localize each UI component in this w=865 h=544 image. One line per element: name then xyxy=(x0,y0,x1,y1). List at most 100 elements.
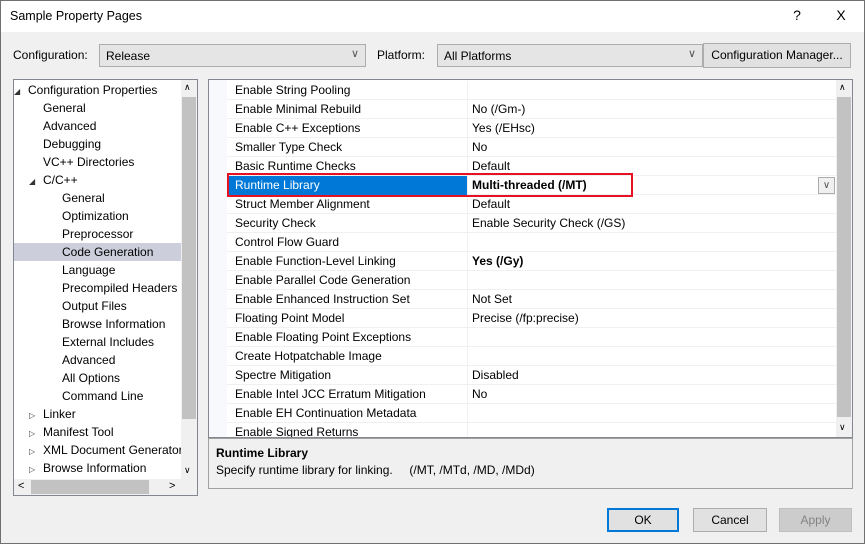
property-row[interactable]: Security Check Enable Security Check (/GS… xyxy=(227,214,836,233)
tree-item[interactable]: ▷ Linker xyxy=(14,405,181,423)
property-row[interactable]: Smaller Type Check No xyxy=(227,138,836,157)
tree-item[interactable]: All Options xyxy=(14,369,181,387)
property-name: Enable String Pooling xyxy=(227,81,468,100)
property-row[interactable]: Enable Parallel Code Generation xyxy=(227,271,836,290)
description-title: Runtime Library xyxy=(216,446,309,460)
tree-item[interactable]: Advanced xyxy=(14,117,181,135)
runtime-library-dropdown-button[interactable]: ∨ xyxy=(818,177,835,194)
configuration-dropdown[interactable]: Release ∨ xyxy=(99,44,366,67)
cancel-button[interactable]: Cancel xyxy=(693,508,767,532)
tree-item[interactable]: Precompiled Headers xyxy=(14,279,181,297)
tree-item[interactable]: Optimization xyxy=(14,207,181,225)
grid-margin xyxy=(209,80,227,437)
ok-button[interactable]: OK xyxy=(607,508,679,532)
apply-button[interactable]: Apply xyxy=(779,508,852,532)
property-value[interactable]: No (/Gm-) xyxy=(469,100,525,118)
property-tree: ◢ Configuration Properties General Advanced… xyxy=(13,79,198,496)
property-value[interactable]: No xyxy=(469,138,487,156)
property-value[interactable]: Default xyxy=(469,195,510,213)
property-name: Control Flow Guard xyxy=(227,233,468,252)
platform-dropdown[interactable]: All Platforms ∨ xyxy=(437,44,703,67)
property-name: Struct Member Alignment xyxy=(227,195,468,214)
tree-item[interactable]: General xyxy=(14,189,181,207)
property-row[interactable]: Struct Member Alignment Default xyxy=(227,195,836,214)
scroll-down-icon[interactable]: ∨ xyxy=(184,465,191,476)
property-row[interactable]: Spectre Mitigation Disabled xyxy=(227,366,836,385)
scroll-up-icon[interactable]: ∧ xyxy=(839,82,846,93)
tree-item-label: XML Document Generator xyxy=(43,443,181,457)
close-button[interactable]: X xyxy=(831,7,851,23)
grid-vertical-scrollbar[interactable]: ∧ ∨ xyxy=(836,80,852,437)
property-row[interactable]: Enable Minimal Rebuild No (/Gm-) xyxy=(227,100,836,119)
property-row[interactable]: Enable Enhanced Instruction Set Not Set xyxy=(227,290,836,309)
property-row[interactable]: Enable Floating Point Exceptions xyxy=(227,328,836,347)
tree-item[interactable]: ◢ C/C++ xyxy=(14,171,181,189)
tree-item[interactable]: Preprocessor xyxy=(14,225,181,243)
property-row[interactable]: Enable Signed Returns xyxy=(227,423,836,437)
property-value[interactable]: Not Set xyxy=(469,290,512,308)
grid-scroll-thumb[interactable] xyxy=(837,97,851,417)
tree-item-label: Configuration Properties xyxy=(28,83,158,97)
property-row[interactable]: Enable Function-Level Linking Yes (/Gy) xyxy=(227,252,836,271)
expand-icon[interactable]: ▷ xyxy=(29,461,41,477)
tree-item-label: All Options xyxy=(62,371,121,385)
property-value[interactable]: Precise (/fp:precise) xyxy=(469,309,579,327)
configuration-value: Release xyxy=(106,49,151,63)
property-row[interactable]: Create Hotpatchable Image xyxy=(227,347,836,366)
tree-item-label: Language xyxy=(62,263,116,277)
tree-item[interactable]: ▷ XML Document Generator xyxy=(14,441,181,459)
property-row[interactable]: Enable EH Continuation Metadata xyxy=(227,404,836,423)
tree-scroll-thumb[interactable] xyxy=(182,97,196,419)
property-name: Create Hotpatchable Image xyxy=(227,347,468,366)
tree-item[interactable]: Output Files xyxy=(14,297,181,315)
help-button[interactable]: ? xyxy=(787,7,807,23)
collapse-icon[interactable]: ◢ xyxy=(14,83,26,99)
property-value[interactable]: Disabled xyxy=(469,366,519,384)
configuration-manager-button[interactable]: Configuration Manager... xyxy=(703,43,851,68)
description-panel: Runtime Library Specify runtime library … xyxy=(208,438,853,489)
property-name: Spectre Mitigation xyxy=(227,366,468,385)
tree-hscroll-thumb[interactable] xyxy=(31,480,149,494)
property-value[interactable]: Enable Security Check (/GS) xyxy=(469,214,625,232)
tree-item-label: Linker xyxy=(43,407,76,421)
tree-item[interactable]: Language xyxy=(14,261,181,279)
property-row[interactable]: Control Flow Guard xyxy=(227,233,836,252)
scroll-up-icon[interactable]: ∧ xyxy=(184,82,191,93)
chevron-down-icon: ∨ xyxy=(350,48,359,60)
tree-vertical-scrollbar[interactable]: ∧ ∨ xyxy=(181,80,197,479)
tree-item[interactable]: Advanced xyxy=(14,351,181,369)
tree-item-label: General xyxy=(43,101,86,115)
tree-item-label: Manifest Tool xyxy=(43,425,114,439)
property-row[interactable]: Enable Intel JCC Erratum Mitigation No xyxy=(227,385,836,404)
tree-item[interactable]: Debugging xyxy=(14,135,181,153)
tree-item[interactable]: Browse Information xyxy=(14,315,181,333)
tree-item-label: VC++ Directories xyxy=(43,155,135,169)
tree-item[interactable]: ▷ Manifest Tool xyxy=(14,423,181,441)
property-value[interactable]: Yes (/Gy) xyxy=(469,252,523,270)
property-row[interactable]: Enable C++ Exceptions Yes (/EHsc) xyxy=(227,119,836,138)
tree-horizontal-scrollbar[interactable]: < > xyxy=(14,479,197,495)
tree-item[interactable]: Code Generation xyxy=(14,243,181,261)
tree-item[interactable]: Command Line xyxy=(14,387,181,405)
tree-item[interactable]: External Includes xyxy=(14,333,181,351)
property-row[interactable]: Enable String Pooling xyxy=(227,81,836,100)
expand-icon[interactable]: ▷ xyxy=(29,407,41,423)
scroll-left-icon[interactable]: < xyxy=(18,480,24,492)
property-name: Enable Minimal Rebuild xyxy=(227,100,468,119)
tree-item[interactable]: ◢ Configuration Properties xyxy=(14,81,181,99)
tree-item[interactable]: General xyxy=(14,99,181,117)
tree-item[interactable]: VC++ Directories xyxy=(14,153,181,171)
property-row[interactable]: Floating Point Model Precise (/fp:precise… xyxy=(227,309,836,328)
collapse-icon[interactable]: ◢ xyxy=(29,173,41,189)
property-value[interactable]: No xyxy=(469,385,487,403)
configuration-label: Configuration: xyxy=(13,48,88,62)
tree-item[interactable]: ▷ Browse Information xyxy=(14,459,181,477)
tree-item-label: Preprocessor xyxy=(62,227,134,241)
property-name: Enable Parallel Code Generation xyxy=(227,271,468,290)
property-value[interactable]: Yes (/EHsc) xyxy=(469,119,535,137)
expand-icon[interactable]: ▷ xyxy=(29,443,41,459)
expand-icon[interactable]: ▷ xyxy=(29,425,41,441)
scroll-right-icon[interactable]: > xyxy=(169,480,175,492)
scroll-down-icon[interactable]: ∨ xyxy=(839,422,846,433)
property-name: Enable Function-Level Linking xyxy=(227,252,468,271)
